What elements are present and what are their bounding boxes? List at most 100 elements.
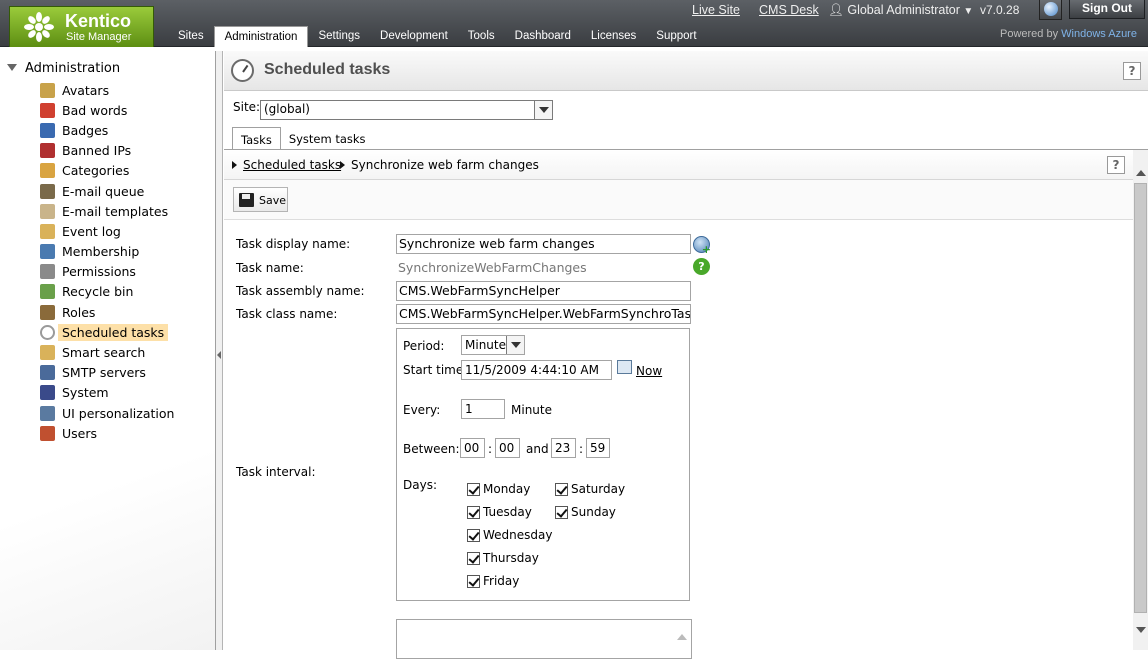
assembly-name-field[interactable]: CMS.WebFarmSyncHelper bbox=[396, 281, 691, 301]
sidebar-item-permissions[interactable]: Permissions bbox=[40, 262, 174, 282]
day-monday[interactable]: Monday bbox=[467, 482, 530, 496]
user-menu[interactable]: 👤︎ Global Administrator ▼ bbox=[828, 3, 973, 18]
breadcrumb-help-icon[interactable]: ? bbox=[1107, 156, 1125, 174]
sidebar-item-membership[interactable]: Membership bbox=[40, 242, 174, 262]
calendar-icon[interactable] bbox=[617, 360, 632, 374]
sidebar-root-label: Administration bbox=[25, 61, 121, 76]
to-minute-field[interactable]: 59 bbox=[586, 438, 610, 458]
kentico-logo[interactable]: Kentico Site Manager bbox=[9, 6, 154, 47]
day-friday[interactable]: Friday bbox=[467, 574, 519, 588]
top-header: Kentico Site Manager Sites Administratio… bbox=[0, 0, 1148, 47]
collapse-arrow-icon[interactable] bbox=[217, 351, 221, 359]
sidebar-item-users[interactable]: Users bbox=[40, 423, 174, 443]
start-time-field[interactable]: 11/5/2009 4:44:10 AM bbox=[461, 360, 612, 380]
sidebar-item-label: Roles bbox=[62, 304, 96, 320]
sidebar-item-recycle-bin[interactable]: Recycle bin bbox=[40, 282, 174, 302]
day-sunday[interactable]: Sunday bbox=[555, 505, 616, 519]
from-minute-field[interactable]: 00 bbox=[495, 438, 520, 458]
sidebar-item-banned-ips[interactable]: Banned IPs bbox=[40, 141, 174, 161]
sidebar-item-scheduled-tasks[interactable]: Scheduled tasks bbox=[40, 322, 174, 342]
display-name-field[interactable]: Synchronize web farm changes bbox=[396, 234, 691, 254]
tab-settings[interactable]: Settings bbox=[308, 26, 370, 47]
checkbox-checked-icon[interactable] bbox=[467, 574, 480, 588]
sidebar-item-e-mail-templates[interactable]: E-mail templates bbox=[40, 201, 174, 221]
kentico-flower-icon bbox=[24, 12, 54, 42]
sidebar-item-roles[interactable]: Roles bbox=[40, 302, 174, 322]
recycle-bin-icon bbox=[40, 284, 55, 300]
sidebar-root[interactable]: Administration bbox=[7, 61, 120, 76]
sidebar-item-e-mail-queue[interactable]: E-mail queue bbox=[40, 181, 174, 201]
class-name-field[interactable]: CMS.WebFarmSyncHelper.WebFarmSynchroTas bbox=[396, 304, 691, 324]
expand-triangle-icon[interactable] bbox=[7, 64, 17, 71]
site-selector-value: (global) bbox=[264, 102, 310, 116]
checkbox-checked-icon[interactable] bbox=[467, 505, 480, 519]
sub-tabs: Tasks System tasks bbox=[232, 127, 374, 150]
tab-system-tasks[interactable]: System tasks bbox=[281, 127, 374, 150]
sidebar-item-smtp-servers[interactable]: SMTP servers bbox=[40, 363, 174, 383]
sidebar-item-event-log[interactable]: Event log bbox=[40, 221, 174, 241]
day-saturday[interactable]: Saturday bbox=[555, 482, 625, 496]
save-button[interactable]: Save bbox=[233, 187, 288, 212]
scrollbar-thumb[interactable] bbox=[1134, 183, 1147, 613]
floppy-disk-icon bbox=[239, 193, 254, 207]
colon-separator: : bbox=[488, 442, 493, 456]
day-tuesday[interactable]: Tuesday bbox=[467, 505, 532, 519]
to-hour-field[interactable]: 23 bbox=[551, 438, 576, 458]
tab-tools[interactable]: Tools bbox=[458, 26, 505, 47]
site-selector[interactable]: (global) bbox=[260, 100, 553, 120]
live-site-link[interactable]: Live Site bbox=[692, 3, 740, 17]
breadcrumb-arrow-icon bbox=[232, 161, 237, 169]
sidebar-item-ui-personalization[interactable]: UI personalization bbox=[40, 403, 174, 423]
tab-dashboard[interactable]: Dashboard bbox=[505, 26, 581, 47]
vertical-scrollbar[interactable] bbox=[1133, 150, 1148, 650]
sidebar-item-label: Recycle bin bbox=[62, 284, 134, 300]
dropdown-arrow-icon[interactable] bbox=[506, 336, 524, 354]
every-field[interactable]: 1 bbox=[461, 399, 505, 419]
tab-sites[interactable]: Sites bbox=[168, 26, 214, 47]
from-hour-field[interactable]: 00 bbox=[460, 438, 485, 458]
sidebar-item-avatars[interactable]: Avatars bbox=[40, 80, 174, 100]
sidebar-item-system[interactable]: System bbox=[40, 383, 174, 403]
pane-splitter[interactable] bbox=[216, 51, 223, 650]
checkbox-checked-icon[interactable] bbox=[555, 505, 568, 519]
globe-button[interactable] bbox=[1039, 0, 1062, 20]
tab-administration[interactable]: Administration bbox=[213, 26, 309, 47]
info-help-icon[interactable]: ? bbox=[693, 258, 710, 275]
tab-development[interactable]: Development bbox=[370, 26, 458, 47]
day-thursday[interactable]: Thursday bbox=[467, 551, 539, 565]
users-icon bbox=[40, 425, 55, 441]
breadcrumb-link[interactable]: Scheduled tasks bbox=[243, 158, 341, 172]
tab-tasks[interactable]: Tasks bbox=[232, 127, 281, 150]
tab-support[interactable]: Support bbox=[646, 26, 706, 47]
checkbox-checked-icon[interactable] bbox=[467, 528, 480, 542]
localize-icon[interactable]: + bbox=[693, 236, 711, 255]
scroll-up-icon[interactable] bbox=[677, 634, 687, 640]
logo-title: Kentico bbox=[65, 11, 132, 31]
checkbox-checked-icon[interactable] bbox=[467, 551, 480, 565]
scroll-down-arrow-icon[interactable] bbox=[1136, 627, 1146, 633]
sidebar-item-bad-words[interactable]: Bad words bbox=[40, 100, 174, 120]
email-template-icon bbox=[40, 203, 55, 219]
tab-licenses[interactable]: Licenses bbox=[581, 26, 646, 47]
colon-separator: : bbox=[579, 442, 584, 456]
sidebar-item-badges[interactable]: Badges bbox=[40, 120, 174, 140]
task-data-textarea[interactable] bbox=[396, 619, 692, 659]
sign-out-button[interactable]: Sign Out bbox=[1069, 0, 1145, 19]
cms-desk-link[interactable]: CMS Desk bbox=[759, 3, 819, 17]
checkbox-checked-icon[interactable] bbox=[467, 482, 480, 496]
system-icon bbox=[40, 385, 55, 401]
assembly-name-label: Task assembly name: bbox=[236, 284, 365, 298]
smtp-icon bbox=[40, 365, 55, 381]
sidebar-item-smart-search[interactable]: Smart search bbox=[40, 342, 174, 362]
dropdown-arrow-icon[interactable] bbox=[534, 101, 552, 119]
help-icon[interactable]: ? bbox=[1123, 62, 1141, 80]
checkbox-checked-icon[interactable] bbox=[555, 482, 568, 496]
day-wednesday[interactable]: Wednesday bbox=[467, 528, 552, 542]
display-name-label: Task display name: bbox=[236, 237, 351, 251]
period-select[interactable]: Minute bbox=[461, 335, 525, 355]
sidebar-item-categories[interactable]: Categories bbox=[40, 161, 174, 181]
scroll-up-arrow-icon[interactable] bbox=[1136, 170, 1146, 176]
globe-icon bbox=[1044, 2, 1058, 16]
smart-search-icon bbox=[40, 345, 55, 361]
now-link[interactable]: Now bbox=[636, 364, 662, 378]
